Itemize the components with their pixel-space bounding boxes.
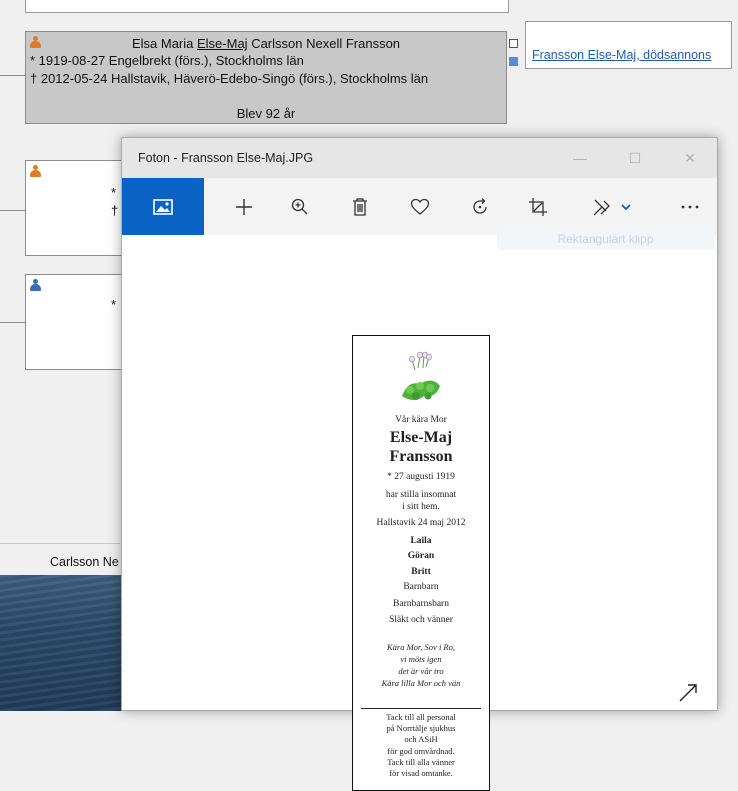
rotate-button[interactable]: [454, 178, 506, 235]
tree-connector: [0, 75, 25, 76]
delete-icon: [353, 197, 367, 216]
tree-connector: [0, 210, 25, 211]
source-marker: [509, 57, 518, 66]
notice-verse: vi möts igen: [400, 654, 442, 664]
notice-verse: det är vår tro: [398, 666, 444, 676]
notice-first-name: Else-Maj: [389, 429, 453, 446]
notice-thanks: och ASiH: [404, 734, 438, 744]
chevron-down-icon: [621, 203, 631, 210]
person-name: Elsa Maria Else-Maj Carlsson Nexell Fran…: [131, 36, 401, 51]
notice-child: Göran: [407, 551, 435, 561]
edit-icon: [593, 199, 610, 215]
notice-place-date: Hallstavik 24 maj 2012: [376, 518, 466, 528]
bottom-tab[interactable]: Carlsson Ne: [50, 555, 120, 569]
image-canvas[interactable]: Vår kära Mor Else-Maj Fransson * 27 augu…: [122, 235, 717, 791]
notice-thanks: Tack till all personal: [386, 712, 456, 722]
desktop-wallpaper: [0, 575, 122, 711]
person-age: Blev 92 år: [236, 106, 296, 121]
notice-surname: Fransson: [389, 448, 453, 465]
source-link[interactable]: Fransson Else-Maj, dödsannons: [532, 48, 711, 62]
notice-thanks: för god omvårdnad.: [387, 746, 455, 756]
window-title: Foton - Fransson Else-Maj.JPG: [138, 151, 314, 165]
expand-icon[interactable]: [677, 682, 699, 704]
crop-button[interactable]: [512, 178, 564, 235]
person-death: † 2012-05-24 Hallstavik, Häverö-Edebo-Si…: [30, 71, 429, 86]
notice-thanks: för visad omtanke.: [389, 768, 453, 778]
delete-button[interactable]: [334, 178, 386, 235]
close-button[interactable]: ✕: [680, 148, 700, 168]
birth-mark: *: [111, 297, 117, 312]
image-icon: [153, 198, 173, 215]
edit-menu-button[interactable]: [582, 178, 642, 235]
notice-relatives: Barnbarnsbarn: [393, 599, 449, 609]
zoom-in-icon: [291, 198, 308, 214]
person-card-female[interactable]: * †: [25, 160, 125, 256]
notice-thanks: på Norrtälje sjukhus: [386, 723, 456, 733]
favorite-button[interactable]: [394, 178, 446, 235]
more-button[interactable]: [664, 178, 716, 235]
notice-intro: Vår kära Mor: [395, 415, 447, 425]
notice-verse: Kära lilla Mor och vän: [381, 678, 461, 688]
notice-born: * 27 augusti 1919: [387, 472, 455, 482]
notice-relatives: Släkt och vänner: [389, 615, 453, 625]
photos-toolbar: [122, 178, 717, 235]
main-person-card[interactable]: Elsa Maria Else-Maj Carlsson Nexell Fran…: [25, 31, 507, 124]
flower-icon: [402, 351, 440, 400]
notice-divider: [361, 708, 481, 709]
image-view-button[interactable]: [122, 178, 204, 235]
notice-verse: Kära Mor, Sov i Ro,: [387, 642, 455, 652]
male-person-icon: [30, 279, 41, 291]
add-icon: [236, 198, 252, 215]
person-birth: * 1919-08-27 Engelbrekt (förs.), Stockho…: [30, 53, 304, 68]
notice-line: i sitt hem.: [402, 502, 440, 512]
death-notice-image: Vår kära Mor Else-Maj Fransson * 27 augu…: [352, 335, 490, 791]
maximize-button[interactable]: ☐: [625, 148, 645, 168]
female-person-icon: [30, 165, 41, 177]
title-bar[interactable]: Foton - Fransson Else-Maj.JPG — ☐ ✕: [122, 138, 717, 178]
death-mark: †: [111, 203, 119, 218]
zoom-in-button[interactable]: [274, 178, 326, 235]
heart-icon: [410, 198, 430, 215]
notice-child: Laila: [410, 536, 432, 546]
notice-child: Britt: [411, 567, 431, 577]
expand-checkbox[interactable]: [509, 39, 518, 48]
top-person-card[interactable]: [25, 0, 509, 13]
notice-line: har stilla insomnat: [385, 490, 457, 500]
crop-tooltip: Rektangulärt klipp: [497, 228, 714, 250]
notice-thanks: Tack till alla vänner: [387, 757, 455, 767]
rotate-icon: [473, 197, 487, 214]
birth-mark: *: [111, 185, 117, 200]
add-button[interactable]: [218, 178, 270, 235]
photos-window[interactable]: Foton - Fransson Else-Maj.JPG — ☐ ✕ Vår …: [121, 137, 718, 791]
minimize-button[interactable]: —: [570, 148, 590, 168]
more-icon: [681, 205, 699, 208]
source-link-box[interactable]: Fransson Else-Maj, dödsannons: [525, 21, 732, 69]
crop-icon: [529, 197, 547, 216]
notice-relatives: Barnbarn: [403, 582, 439, 592]
tree-connector: [0, 322, 25, 323]
person-card-male[interactable]: *: [25, 274, 125, 370]
